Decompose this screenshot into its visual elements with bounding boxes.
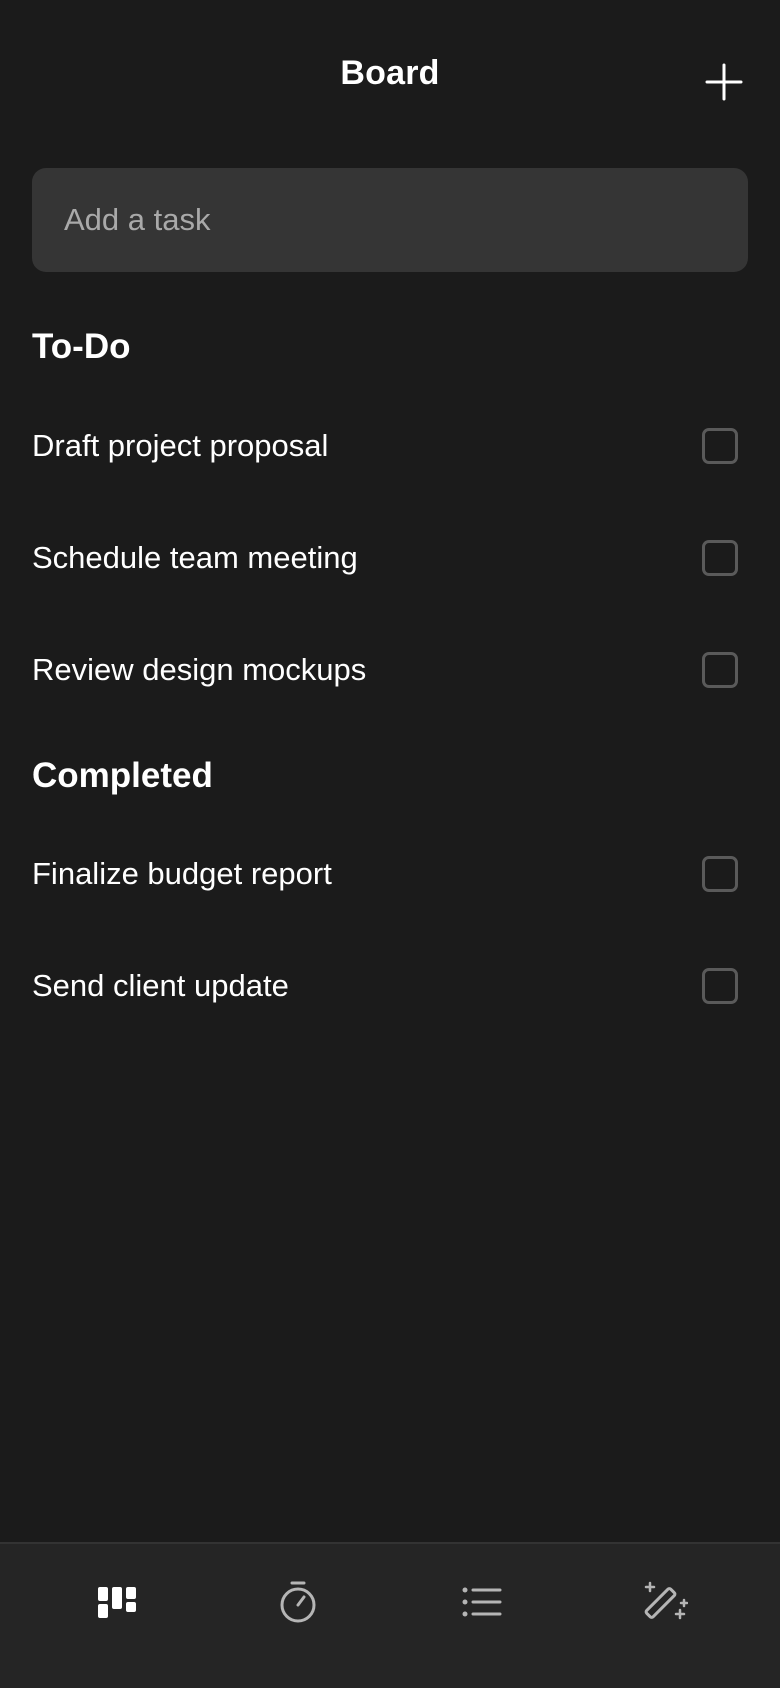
bottom-tab-bar — [0, 1542, 780, 1688]
completed-heading: Completed — [32, 756, 213, 795]
task-checkbox[interactable] — [702, 968, 738, 1004]
list-icon — [462, 1587, 502, 1617]
task-row[interactable]: Send client update — [32, 948, 748, 1024]
task-label: Finalize budget report — [32, 856, 332, 891]
task-checkbox[interactable] — [702, 540, 738, 576]
add-task-input[interactable] — [32, 168, 748, 272]
header: Board — [0, 0, 780, 156]
timer-icon — [280, 1581, 316, 1623]
plus-icon — [705, 63, 743, 101]
task-row[interactable]: Review design mockups — [32, 632, 748, 708]
tab-magic[interactable] — [634, 1570, 698, 1634]
tab-timer[interactable] — [266, 1570, 330, 1634]
task-label: Review design mockups — [32, 652, 367, 687]
add-task-button[interactable] — [700, 58, 748, 106]
add-task-field[interactable] — [32, 168, 748, 272]
todo-heading: To-Do — [32, 327, 131, 366]
task-checkbox[interactable] — [702, 652, 738, 688]
task-label: Schedule team meeting — [32, 540, 358, 575]
task-row[interactable]: Draft project proposal — [32, 408, 748, 484]
task-label: Draft project proposal — [32, 428, 329, 463]
task-label: Send client update — [32, 968, 289, 1003]
page-title: Board — [340, 54, 440, 92]
tab-board[interactable] — [85, 1570, 149, 1634]
task-row[interactable]: Finalize budget report — [32, 836, 748, 912]
task-row[interactable]: Schedule team meeting — [32, 520, 748, 596]
tab-list[interactable] — [450, 1570, 514, 1634]
task-checkbox[interactable] — [702, 856, 738, 892]
magic-wand-icon — [644, 1581, 688, 1620]
task-checkbox[interactable] — [702, 428, 738, 464]
board-icon — [98, 1587, 136, 1618]
